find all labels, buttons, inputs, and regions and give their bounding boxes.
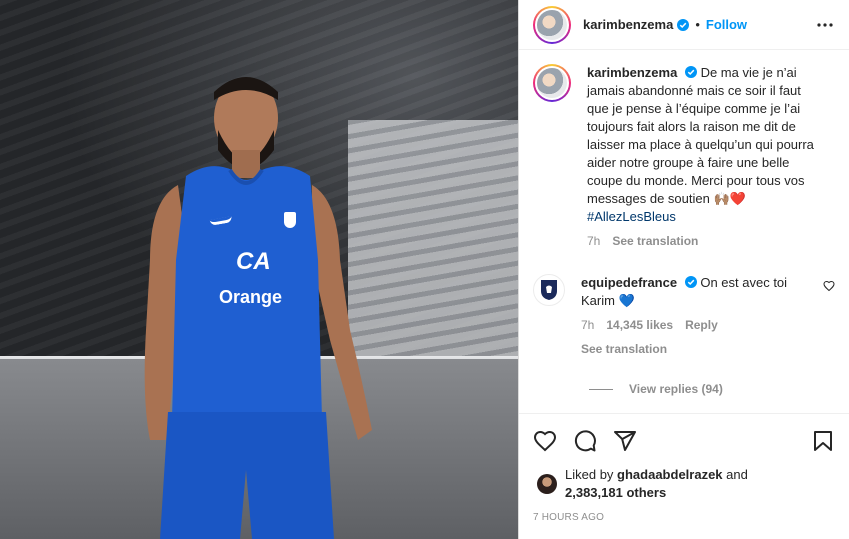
fff-crest-icon [541, 280, 557, 300]
comment-like-heart-icon[interactable] [823, 280, 835, 292]
hashtag-link[interactable]: #AllezLesBleus [587, 209, 676, 224]
commenter-avatar[interactable] [533, 274, 565, 306]
jersey-logo: CA [236, 248, 271, 275]
comment-time[interactable]: 7h [581, 316, 594, 334]
comment-likes[interactable]: 14,345 likes [606, 316, 673, 334]
likes-summary: Liked by ghadaabdelrazek and 2,383,181 o… [533, 466, 835, 502]
caption-time[interactable]: 7h [587, 232, 600, 250]
comments-section: karimbenzema De ma vie je n’ai jamais ab… [519, 50, 849, 413]
follow-button[interactable]: Follow [706, 17, 747, 32]
instagram-post: CA Orange karimbenzema • Follow karimben… [0, 0, 849, 539]
separator: • [695, 17, 700, 32]
caption: karimbenzema De ma vie je n’ai jamais ab… [533, 64, 835, 250]
caption-text: De ma vie je n’ai jamais abandonné mais … [587, 65, 814, 206]
comment-item: equipedefrance On est avec toi Karim 💙 7… [533, 274, 835, 358]
verified-badge-icon [684, 66, 697, 78]
liker-username[interactable]: ghadaabdelrazek [617, 467, 723, 482]
post-header: karimbenzema • Follow [519, 0, 849, 50]
replies-divider [589, 388, 613, 390]
bookmark-icon[interactable] [811, 429, 835, 453]
verified-badge-icon [684, 276, 697, 288]
caption-username[interactable]: karimbenzema [587, 65, 677, 80]
comment-icon[interactable] [573, 429, 597, 453]
action-bar [533, 418, 835, 464]
liker-avatar[interactable] [537, 474, 557, 494]
verified-badge-icon [677, 18, 690, 31]
post-side-panel: karimbenzema • Follow karimbenzema De ma… [518, 0, 849, 539]
post-photo[interactable]: CA Orange [0, 0, 518, 539]
caption-avatar[interactable] [533, 64, 571, 102]
jersey-sponsor: Orange [219, 287, 283, 307]
author-avatar-image [537, 9, 567, 40]
view-replies-button[interactable]: View replies (94) [589, 382, 835, 396]
see-translation-link[interactable]: See translation [612, 232, 698, 250]
author-username[interactable]: karimbenzema [583, 17, 673, 32]
paper-plane-icon[interactable] [613, 429, 637, 453]
comment-see-translation[interactable]: See translation [581, 340, 807, 358]
fff-crest-icon [284, 212, 296, 228]
post-actions-section: Liked by ghadaabdelrazek and 2,383,181 o… [519, 413, 849, 539]
commenter-username[interactable]: equipedefrance [581, 275, 677, 290]
likes-count[interactable]: 2,383,181 others [565, 485, 666, 500]
more-options-icon[interactable] [815, 15, 835, 35]
author-avatar[interactable] [533, 5, 571, 44]
post-timestamp[interactable]: 7 HOURS AGO [533, 512, 835, 523]
heart-icon[interactable] [533, 429, 557, 453]
reply-button[interactable]: Reply [685, 316, 718, 334]
